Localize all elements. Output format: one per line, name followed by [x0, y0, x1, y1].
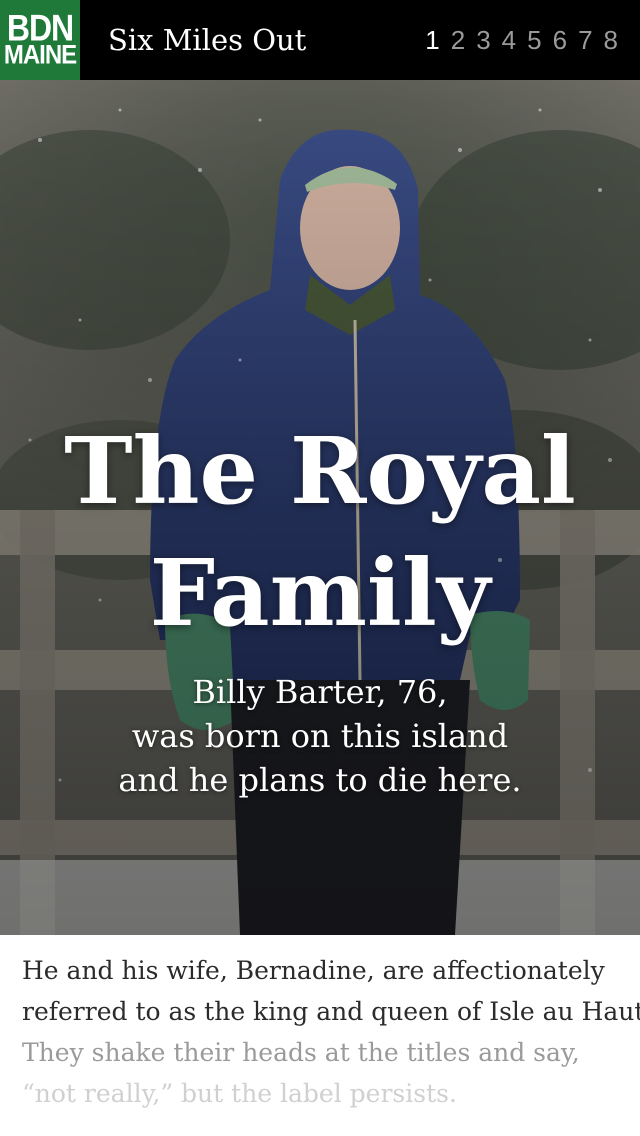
article-body: He and his wife, Bernadine, are affectio… [22, 950, 640, 1114]
chapter-link-8[interactable]: 8 [604, 25, 618, 56]
series-title[interactable]: Six Miles Out [108, 23, 306, 57]
hero-title: The Royal Family [0, 410, 640, 654]
hero-overlay: The Royal Family Billy Barter, 76, was b… [0, 80, 640, 935]
chapter-link-4[interactable]: 4 [502, 25, 516, 56]
hero-title-line-1: The Royal [64, 417, 576, 525]
hero-subtitle-line-3: and he plans to die here. [118, 761, 522, 799]
bdn-maine-logo[interactable]: BDN MAINE [0, 0, 80, 80]
chapter-link-7[interactable]: 7 [578, 25, 592, 56]
hero-subtitle-line-1: Billy Barter, 76, [192, 673, 448, 711]
chapter-link-1[interactable]: 1 [425, 25, 439, 56]
chapter-link-2[interactable]: 2 [451, 25, 465, 56]
article-line: “not really,” but the label persists. [22, 1079, 457, 1108]
chapter-link-3[interactable]: 3 [476, 25, 490, 56]
hero-subtitle: Billy Barter, 76, was born on this islan… [0, 670, 640, 802]
hero-title-line-2: Family [149, 539, 491, 647]
chapter-link-6[interactable]: 6 [553, 25, 567, 56]
hero-subtitle-line-2: was born on this island [131, 717, 509, 755]
logo-line-2: MAINE [3, 40, 77, 70]
chapter-link-5[interactable]: 5 [527, 25, 541, 56]
top-bar: BDN MAINE Six Miles Out 1 2 3 4 5 6 7 8 [0, 0, 640, 80]
article-line: He and his wife, Bernadine, are affectio… [22, 956, 605, 985]
article-line: They shake their heads at the titles and… [22, 1038, 580, 1067]
hero-section: The Royal Family Billy Barter, 76, was b… [0, 80, 640, 935]
chapter-nav: 1 2 3 4 5 6 7 8 [414, 0, 618, 80]
article-line: referred to as the king and queen of Isl… [22, 997, 640, 1026]
